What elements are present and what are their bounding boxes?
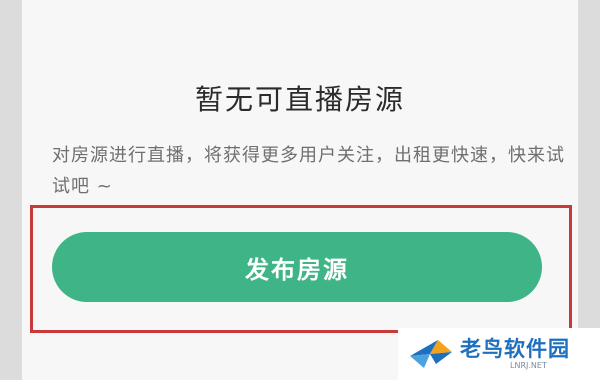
watermark: 老鸟软件园 LNRJ.NET — [398, 328, 600, 380]
empty-state-description: 对房源进行直播，将获得更多用户关注，出租更快速，快来试试吧 ~ — [52, 145, 565, 197]
publish-listing-button[interactable]: 发布房源 — [52, 232, 542, 302]
watermark-name: 老鸟软件园 — [460, 337, 570, 361]
empty-state-title: 暂无可直播房源 — [194, 83, 405, 116]
watermark-url: LNRJ.NET — [510, 361, 547, 370]
screen: 暂无可直播房源 对房源进行直播，将获得更多用户关注，出租更快速，快来试试吧 ~ … — [0, 0, 600, 380]
bird-logo-icon — [410, 340, 452, 368]
watermark-text: 老鸟软件园 LNRJ.NET — [460, 337, 570, 371]
